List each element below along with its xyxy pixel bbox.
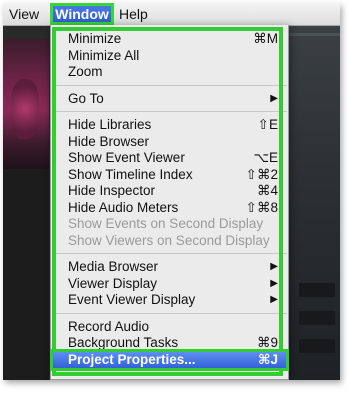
menu-item-shortcut: ⌘M [253, 31, 278, 46]
submenu-arrow-icon: ▶ [270, 294, 278, 305]
menu-item-show-events-on-second-display: Show Events on Second Display [51, 216, 288, 233]
menu-item-label: Hide Browser [68, 133, 150, 149]
screenshot-frame: View Window Help Minimize ⌘M Minimize All Z… [3, 3, 340, 380]
menu-separator [52, 253, 287, 254]
menu-item-label: Show Event Viewer [68, 150, 185, 165]
menu-item-hide-audio-meters[interactable]: Hide Audio Meters ⇧⌘8 [51, 200, 288, 217]
menu-item-hide-inspector[interactable]: Hide Inspector ⌘4 [51, 183, 288, 200]
menu-item-label: Hide Inspector [68, 183, 156, 198]
video-subject [11, 79, 39, 139]
menu-item-minimize[interactable]: Minimize ⌘M [51, 31, 288, 48]
menu-item-viewer-display[interactable]: Viewer Display ▶ [51, 276, 288, 293]
menu-item-label: Show Viewers on Second Display [68, 232, 270, 248]
menu-item-label: Event Viewer Display [68, 292, 196, 307]
panel-slot [299, 283, 335, 297]
menu-item-zoom[interactable]: Zoom [51, 64, 288, 81]
menu-item-shortcut: ⇧E [257, 117, 278, 132]
menu-bar: View Window Help [3, 3, 340, 26]
menu-item-label: Hide Audio Meters [68, 199, 179, 215]
menu-view[interactable]: View [9, 3, 39, 25]
submenu-arrow-icon: ▶ [270, 92, 278, 104]
menu-item-label: Minimize [68, 31, 122, 46]
menu-item-shortcut: ⌘4 [256, 183, 278, 198]
menu-item-shortcut: ⇧⌘8 [245, 199, 278, 215]
menu-separator [52, 111, 287, 112]
panel-divider [289, 33, 340, 36]
menu-item-background-tasks[interactable]: Background Tasks ⌘9 [51, 335, 288, 352]
menu-item-show-viewers-on-second-display: Show Viewers on Second Display [51, 233, 288, 250]
submenu-arrow-icon: ▶ [270, 261, 278, 272]
menu-item-shortcut: ⌘J [257, 351, 278, 367]
menu-item-hide-browser[interactable]: Hide Browser [51, 134, 288, 151]
menu-item-label: Minimize All [68, 47, 140, 63]
menu-help[interactable]: Help [119, 3, 148, 25]
menu-item-hide-libraries[interactable]: Hide Libraries ⇧E [51, 117, 288, 134]
menu-item-record-audio[interactable]: Record Audio [51, 319, 288, 336]
menu-item-label: Show Timeline Index [68, 166, 193, 182]
menu-window[interactable]: Window [50, 3, 114, 25]
app-panel-right [289, 25, 340, 380]
menu-item-show-timeline-index[interactable]: Show Timeline Index ⇧⌘2 [51, 167, 288, 184]
menu-item-label: Show Events on Second Display [68, 216, 264, 231]
submenu-arrow-icon: ▶ [270, 277, 278, 289]
menu-item-label: Project Properties... [68, 351, 196, 367]
menu-item-label: Viewer Display [68, 275, 158, 291]
menu-item-label: Go To [68, 90, 104, 106]
menu-item-shortcut: ⇧⌘2 [245, 166, 278, 182]
menu-separator [52, 84, 287, 86]
app-panel-left [3, 169, 49, 380]
menu-item-shortcut: ⌥E [253, 150, 278, 165]
menu-item-label: Zoom [68, 64, 103, 79]
menu-item-event-viewer-display[interactable]: Event Viewer Display ▶ [51, 292, 288, 309]
panel-slot [299, 311, 335, 325]
window-menu-dropdown: Minimize ⌘M Minimize All Zoom Go To ▶ Hide Lib… [50, 25, 289, 380]
menu-item-label: Record Audio [68, 318, 150, 334]
menu-separator [52, 312, 287, 314]
menu-item-project-properties[interactable]: Project Properties... ⌘J [53, 351, 286, 368]
panel-slot [299, 339, 335, 353]
menu-item-show-event-viewer[interactable]: Show Event Viewer ⌥E [51, 150, 288, 167]
menu-item-media-browser[interactable]: Media Browser ▶ [51, 259, 288, 276]
menu-item-label: Hide Libraries [68, 117, 152, 132]
menu-item-shortcut: ⌘9 [256, 335, 278, 350]
menu-item-label: Background Tasks [68, 335, 179, 350]
menu-item-go-to[interactable]: Go To ▶ [51, 91, 288, 108]
video-preview [3, 39, 49, 169]
menu-item-label: Media Browser [68, 259, 159, 274]
menu-item-minimize-all[interactable]: Minimize All [51, 48, 288, 65]
